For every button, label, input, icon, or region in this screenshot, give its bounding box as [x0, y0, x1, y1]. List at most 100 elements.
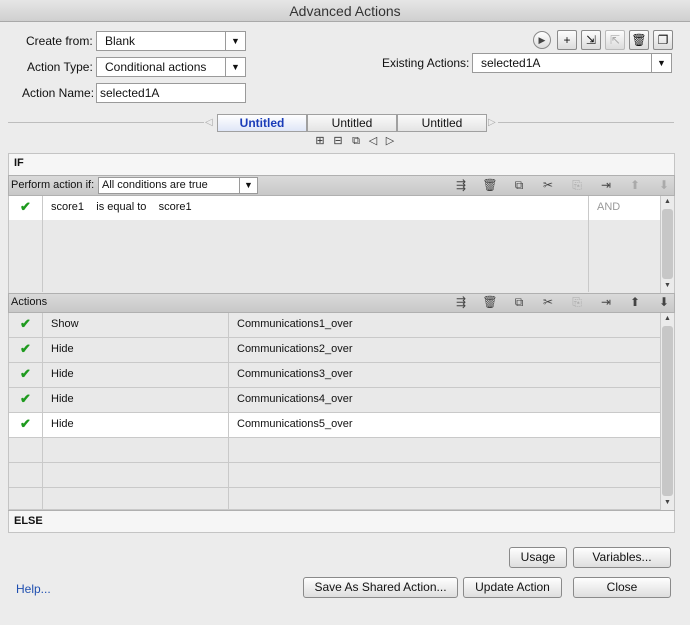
tab-condition-1[interactable]: Untitled [217, 114, 307, 132]
move-down-icon[interactable]: ⬇ [656, 178, 672, 192]
condition-expression: score1 is equal to score1 [43, 196, 589, 220]
empty-row[interactable] [9, 268, 660, 293]
export-icon[interactable]: ⇱ [605, 30, 625, 50]
actions-grid: ✔ Show Communications1_over ✔ Hide Commu… [9, 313, 660, 510]
tab-condition-2[interactable]: Untitled [307, 114, 397, 132]
move-right-icon[interactable]: ▷ [383, 135, 397, 147]
actions-scrollbar[interactable]: ▲ ▼ [660, 313, 674, 510]
indent-icon[interactable]: ⇥ [598, 178, 614, 192]
copy-condition-icon[interactable]: ⧉ [349, 135, 363, 147]
empty-row[interactable] [9, 463, 660, 488]
action-type-label: Action Type: [27, 60, 93, 74]
condition-mode-dropdown[interactable]: All conditions are true ▼ [98, 177, 258, 194]
check-icon: ✔ [9, 196, 43, 220]
chevron-down-icon: ▼ [239, 178, 257, 193]
condition-row[interactable]: ✔ score1 is equal to score1 AND [9, 196, 660, 221]
divider [498, 122, 674, 123]
move-down-icon[interactable]: ⬇ [656, 295, 672, 309]
delete-icon[interactable]: 🗑 [629, 30, 649, 50]
tab-condition-3[interactable]: Untitled [397, 114, 487, 132]
empty-row[interactable] [9, 220, 660, 245]
preview-icon[interactable]: ▶ [533, 31, 551, 49]
scroll-thumb[interactable] [662, 326, 673, 496]
existing-actions-dropdown[interactable]: selected1A ▼ [472, 53, 672, 73]
existing-actions-value: selected1A [481, 56, 541, 70]
paste-icon[interactable]: ⎘ [569, 178, 585, 192]
scroll-down-icon[interactable]: ▼ [661, 280, 674, 292]
check-icon: ✔ [9, 363, 43, 387]
add-condition-icon[interactable]: ⊞ [313, 135, 327, 147]
action-row[interactable]: ✔ Hide Communications4_over [9, 388, 660, 413]
action-target: Communications2_over [237, 343, 353, 355]
scroll-thumb[interactable] [662, 209, 673, 279]
paste-icon[interactable]: ⎘ [569, 295, 585, 309]
check-icon: ✔ [9, 313, 43, 337]
variables-button[interactable]: Variables... [573, 547, 671, 568]
move-left-icon[interactable]: ◁ [366, 135, 380, 147]
condition-scrollbar[interactable]: ▲ ▼ [660, 196, 674, 293]
usage-button[interactable]: Usage [509, 547, 567, 568]
perform-action-label: Perform action if: [11, 179, 95, 191]
chevron-down-icon: ▼ [225, 58, 245, 76]
duplicate-icon[interactable]: ❐ [653, 30, 673, 50]
if-label: IF [14, 157, 24, 169]
cut-icon[interactable]: ✂ [540, 295, 556, 309]
scroll-down-icon[interactable]: ▼ [661, 497, 674, 509]
import-icon[interactable]: ⇲ [581, 30, 601, 50]
indent-icon[interactable]: ⇥ [598, 295, 614, 309]
action-command: Hide [43, 363, 229, 387]
scroll-up-icon[interactable]: ▲ [661, 196, 674, 208]
actions-label: Actions [11, 296, 48, 308]
action-target: Communications1_over [237, 318, 353, 330]
action-command: Hide [43, 338, 229, 362]
insert-row-icon[interactable]: ⇶ [453, 295, 469, 309]
action-row[interactable]: ✔ Hide Communications3_over [9, 363, 660, 388]
check-icon: ✔ [9, 413, 43, 437]
scroll-up-icon[interactable]: ▲ [661, 313, 674, 325]
condition-grid: ✔ score1 is equal to score1 AND [9, 196, 660, 293]
action-command: Hide [43, 388, 229, 412]
update-action-button[interactable]: Update Action [463, 577, 562, 598]
action-target: Communications5_over [237, 418, 353, 430]
operator: is equal to [96, 201, 147, 213]
create-from-value: Blank [105, 34, 136, 48]
copy-icon[interactable]: ⧉ [511, 178, 527, 192]
tab-scroll-right-icon[interactable]: ▷ [488, 114, 496, 132]
check-icon: ✔ [9, 388, 43, 412]
check-icon: ✔ [9, 338, 43, 362]
create-from-label: Create from: [26, 34, 93, 48]
create-from-dropdown[interactable]: Blank ▼ [96, 31, 246, 51]
close-button[interactable]: Close [573, 577, 671, 598]
tab-scroll-left-icon[interactable]: ◁ [205, 114, 213, 132]
operand2: score1 [158, 201, 192, 213]
action-name-field[interactable]: selected1A [96, 83, 246, 103]
else-label[interactable]: ELSE [14, 515, 43, 527]
copy-icon[interactable]: ⧉ [511, 295, 527, 309]
divider [8, 510, 675, 511]
add-icon[interactable]: + [557, 30, 577, 50]
action-row-selected[interactable]: ✔ Hide Communications5_over [9, 413, 660, 438]
empty-row[interactable] [9, 438, 660, 463]
cut-icon[interactable]: ✂ [540, 178, 556, 192]
action-target: Communications4_over [237, 393, 353, 405]
window-title: Advanced Actions [0, 0, 690, 22]
move-up-icon[interactable]: ⬆ [627, 178, 643, 192]
action-type-value: Conditional actions [105, 60, 207, 74]
action-type-dropdown[interactable]: Conditional actions ▼ [96, 57, 246, 77]
operand1: score1 [51, 201, 85, 213]
empty-row[interactable] [9, 244, 660, 269]
remove-condition-icon[interactable]: ⊟ [331, 135, 345, 147]
action-command: Show [43, 313, 229, 337]
help-link[interactable]: Help... [16, 582, 51, 596]
delete-icon[interactable]: 🗑 [482, 178, 498, 192]
action-row[interactable]: ✔ Show Communications1_over [9, 313, 660, 338]
action-target: Communications3_over [237, 368, 353, 380]
empty-row[interactable] [9, 488, 660, 510]
action-row[interactable]: ✔ Hide Communications2_over [9, 338, 660, 363]
save-as-shared-action-button[interactable]: Save As Shared Action... [303, 577, 458, 598]
action-name-label: Action Name: [22, 86, 95, 100]
insert-row-icon[interactable]: ⇶ [453, 178, 469, 192]
move-up-icon[interactable]: ⬆ [627, 295, 643, 309]
delete-icon[interactable]: 🗑 [482, 295, 498, 309]
condition-mode-value: All conditions are true [102, 179, 208, 191]
